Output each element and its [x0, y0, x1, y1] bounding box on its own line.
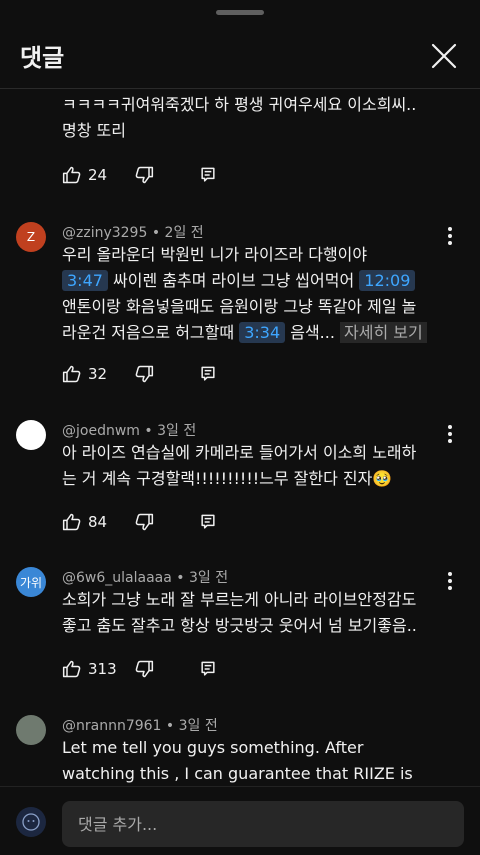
thumbs-down-icon	[135, 513, 154, 531]
page-title: 댓글	[20, 44, 65, 72]
comment-text-line: Let me tell you guys something. After	[62, 738, 364, 757]
reply-icon	[201, 514, 215, 529]
comment-meta: @nrannn7961 • 3일 전	[62, 718, 218, 734]
text-segment: 음색...	[290, 323, 335, 342]
comment-text-line: 아 라이즈 연습실에 카메라로 들어가서 이소희 노래하	[62, 443, 417, 462]
dislike-button[interactable]	[134, 657, 154, 681]
comment-actions: 24	[62, 163, 262, 187]
comment-author[interactable]: @zziny3295	[62, 225, 147, 241]
like-count: 313	[88, 660, 117, 678]
like-count: 84	[88, 513, 108, 531]
thumbs-up-icon	[62, 365, 81, 383]
comment-author[interactable]: @6w6_ulalaaaa	[62, 570, 172, 586]
reply-button[interactable]	[198, 657, 218, 681]
reply-icon	[201, 167, 215, 182]
comment-time: 3일 전	[188, 570, 229, 586]
more-options-button[interactable]	[440, 422, 460, 446]
more-vert-icon	[448, 227, 452, 245]
comment-text-line: 는 거 계속 구경할랙!!!!!!!!!!느무 잘한다 진자🥹	[62, 469, 393, 488]
avatar[interactable]: 가위	[16, 567, 46, 597]
comment-text: Let me tell you guys something. After wa…	[62, 735, 442, 786]
reply-button[interactable]	[198, 163, 218, 187]
comment-time: 3일 전	[157, 423, 197, 439]
comment-text: 우리 올라운더 박원빈 니가 라이즈라 다행이야 3:47 싸이렌 춤추며 라이…	[62, 242, 442, 346]
comment-text-line: 3:47 싸이렌 춤추며 라이브 그냥 씹어먹어 12:09	[62, 268, 442, 294]
thumbs-up-icon	[62, 660, 81, 678]
reply-button[interactable]	[198, 510, 218, 534]
comment-author[interactable]: @nrannn7961	[62, 718, 161, 734]
comment-meta: @joednwm • 3일 전	[62, 423, 197, 439]
comment-time: 2일 전	[164, 225, 204, 241]
avatar-letter: Z	[26, 230, 36, 244]
comment-meta: @6w6_ulalaaaa • 3일 전	[62, 570, 229, 586]
comment-text-line: watching this , I can guarantee that RII…	[62, 764, 413, 783]
avatar[interactable]	[16, 715, 46, 745]
comment-text-line: 라운건 저음으로 허그할때 3:34 음색... 자세히 보기	[62, 320, 442, 346]
comment-text: 소희가 그냥 노래 잘 부르는게 아니라 라이브안정감도 좋고 춤도 잘추고 항…	[62, 587, 442, 639]
avatar-letter: 가위	[19, 575, 43, 590]
reply-button[interactable]	[198, 362, 218, 386]
avatar[interactable]	[16, 420, 46, 450]
like-count: 24	[88, 166, 108, 184]
comments-header: 댓글	[0, 28, 480, 84]
like-button[interactable]: 24	[62, 163, 107, 187]
drag-handle[interactable]	[216, 10, 264, 15]
reply-icon	[201, 366, 215, 381]
more-vert-icon	[448, 572, 452, 590]
comment-time: 3일 전	[178, 718, 218, 734]
dislike-button[interactable]	[134, 510, 154, 534]
read-more-link[interactable]: 자세히 보기	[340, 322, 427, 343]
text-segment: 싸이렌 춤추며 라이브 그냥 씹어먹어	[113, 271, 355, 290]
like-count: 32	[88, 365, 108, 383]
like-button[interactable]: 313	[62, 657, 117, 681]
comment-actions: 32	[62, 362, 262, 386]
more-options-button[interactable]	[440, 224, 460, 248]
comment-text-line: 우리 올라운더 박원빈 니가 라이즈라 다행이야	[62, 245, 368, 264]
comment-text-line: ㅋㅋㅋㅋ귀여워죽겠다 하 평생 귀여우세요 이소희씨..	[62, 95, 417, 114]
add-comment-input[interactable]	[62, 801, 464, 847]
comment-meta: @zziny3295 • 2일 전	[62, 225, 204, 241]
my-avatar	[16, 807, 46, 837]
reply-icon	[201, 661, 215, 676]
thumbs-up-icon	[62, 166, 81, 184]
timestamp-link[interactable]: 12:09	[359, 270, 416, 291]
comment-text-line: 앤톤이랑 화음넣을때도 음원이랑 그냥 똑같아 제일 놀	[62, 297, 417, 316]
more-options-button[interactable]	[440, 569, 460, 593]
comment-text-line: 소희가 그냥 노래 잘 부르는게 아니라 라이브안정감도	[62, 590, 417, 609]
comment-text-line: 좋고 춤도 잘추고 항상 방긋방긋 웃어서 넘 보기좋음..	[62, 616, 417, 635]
comment-composer	[0, 786, 480, 855]
dislike-button[interactable]	[134, 163, 154, 187]
comment-list[interactable]: ㅋㅋㅋㅋ귀여워죽겠다 하 평생 귀여우세요 이소희씨.. 명창 또리 24 Z …	[0, 89, 480, 786]
text-segment: 라운건 저음으로 허그할때	[62, 323, 235, 342]
comment-actions: 313	[62, 657, 262, 681]
avatar[interactable]: Z	[16, 222, 46, 252]
thumbs-down-icon	[135, 365, 154, 383]
thumbs-up-icon	[62, 513, 81, 531]
thumbs-down-icon	[135, 166, 154, 184]
dislike-button[interactable]	[134, 362, 154, 386]
comment-actions: 84	[62, 510, 262, 534]
like-button[interactable]: 84	[62, 510, 107, 534]
like-button[interactable]: 32	[62, 362, 107, 386]
more-vert-icon	[448, 425, 452, 443]
comment-text-line: 명창 또리	[62, 121, 126, 140]
user-avatar-icon	[22, 813, 40, 831]
comment-text: 아 라이즈 연습실에 카메라로 들어가서 이소희 노래하 는 거 계속 구경할랙…	[62, 440, 442, 492]
close-icon	[431, 43, 457, 69]
comment-text: ㅋㅋㅋㅋ귀여워죽겠다 하 평생 귀여우세요 이소희씨.. 명창 또리	[62, 92, 442, 144]
thumbs-down-icon	[135, 660, 154, 678]
comment-author[interactable]: @joednwm	[62, 423, 140, 439]
timestamp-link[interactable]: 3:34	[239, 322, 286, 343]
close-button[interactable]	[428, 40, 460, 72]
timestamp-link[interactable]: 3:47	[62, 270, 108, 291]
